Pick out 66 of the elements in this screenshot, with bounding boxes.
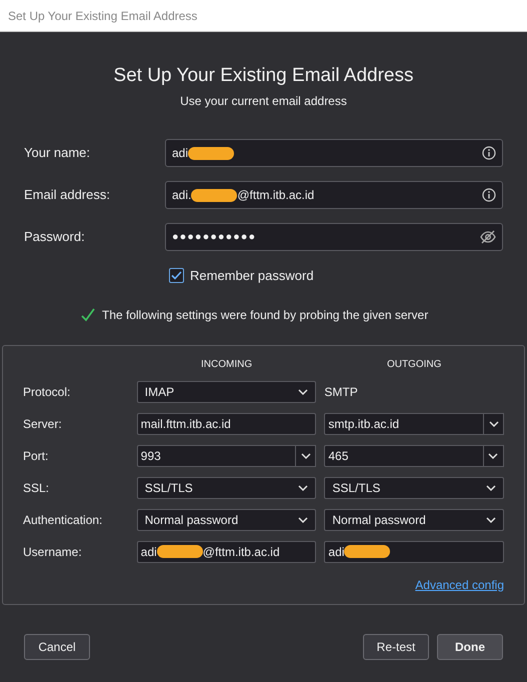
chevron-down-icon <box>488 452 498 458</box>
field-value: adi <box>140 544 157 560</box>
field-value: ●●●●●●●●●●● <box>172 230 256 245</box>
info-icon <box>482 188 496 202</box>
protocol-value: SMTP <box>324 384 358 400</box>
input-field[interactable]: adi @fttm.itb.ac.id <box>136 540 316 562</box>
eye-slash-icon[interactable] <box>480 230 496 244</box>
field-value: adi <box>172 145 188 162</box>
setting-label: Server: <box>23 416 63 432</box>
dropdown-button[interactable] <box>484 444 504 466</box>
chevron-down-icon <box>486 516 496 522</box>
dialog-heading: Set Up Your Existing Email Address <box>114 65 414 87</box>
input-field[interactable]: 465 <box>324 444 484 466</box>
field-value: SSL/TLS <box>144 480 193 496</box>
status-message: The following settings were found by probing the given server <box>102 306 428 324</box>
field-value: mail.fttm.itb.ac.id <box>140 416 231 432</box>
window-title: Set Up Your Existing Email Address <box>8 8 198 24</box>
input-field[interactable]: 993 <box>136 444 296 466</box>
field-value: Normal password <box>144 512 238 528</box>
field-label: Password: <box>24 228 86 246</box>
field-value: @fttm.itb.ac.id <box>237 187 314 204</box>
chevron-down-icon <box>486 484 496 490</box>
dropdown[interactable]: IMAP <box>136 380 316 402</box>
field-label: Your name: <box>24 144 92 162</box>
dropdown[interactable]: SSL/TLS <box>136 476 316 498</box>
field-value: SSL/TLS <box>332 480 380 496</box>
field-label: Email address: <box>24 186 111 204</box>
chevron-down-icon <box>300 452 311 458</box>
dropdown[interactable]: SSL/TLS <box>324 476 504 498</box>
chevron-down-icon <box>298 388 308 394</box>
chevron-down-icon <box>298 516 308 522</box>
input-field[interactable]: smtp.itb.ac.id <box>324 412 484 434</box>
field-value: 465 <box>328 448 348 464</box>
chevron-down-icon <box>298 484 308 490</box>
dialog-button[interactable]: Done <box>437 634 503 660</box>
setting-label: Protocol: <box>23 384 72 400</box>
setting-label: Port: <box>23 448 50 464</box>
dropdown-button[interactable] <box>296 444 316 466</box>
dropdown[interactable]: Normal password <box>136 508 316 530</box>
remember-label: Remember password <box>190 267 314 285</box>
field-value: smtp.itb.ac.id <box>328 416 400 432</box>
field-value: @fttm.itb.ac.id <box>202 544 280 560</box>
advanced-config-link[interactable]: Advanced config <box>415 576 504 594</box>
input-field[interactable]: adi. @fttm.itb.ac.id <box>165 181 503 209</box>
setting-label: SSL: <box>23 480 50 496</box>
input-field[interactable]: adi <box>165 139 503 167</box>
dialog-button[interactable]: Re-test <box>363 634 429 660</box>
input-field[interactable]: adi <box>324 540 504 562</box>
dialog-button[interactable]: Cancel <box>24 634 90 660</box>
column-header: OUTGOING <box>386 358 442 370</box>
password-field[interactable]: ●●●●●●●●●●● <box>165 223 503 251</box>
chevron-down-icon <box>488 420 498 426</box>
field-value: Normal password <box>332 512 426 528</box>
remember-checkbox[interactable] <box>169 268 184 284</box>
dialog-subtitle: Use your current email address <box>180 93 347 110</box>
field-value: IMAP <box>144 384 174 400</box>
input-field[interactable]: mail.fttm.itb.ac.id <box>136 412 316 434</box>
field-value: 993 <box>140 448 161 464</box>
dropdown-button[interactable] <box>484 412 504 434</box>
setting-label: Authentication: <box>23 512 104 528</box>
info-icon <box>482 146 496 160</box>
column-header: INCOMING <box>200 358 254 370</box>
setting-label: Username: <box>23 544 83 560</box>
field-value: adi. <box>172 187 192 204</box>
dropdown[interactable]: Normal password <box>324 508 504 530</box>
field-value: adi <box>328 544 344 560</box>
